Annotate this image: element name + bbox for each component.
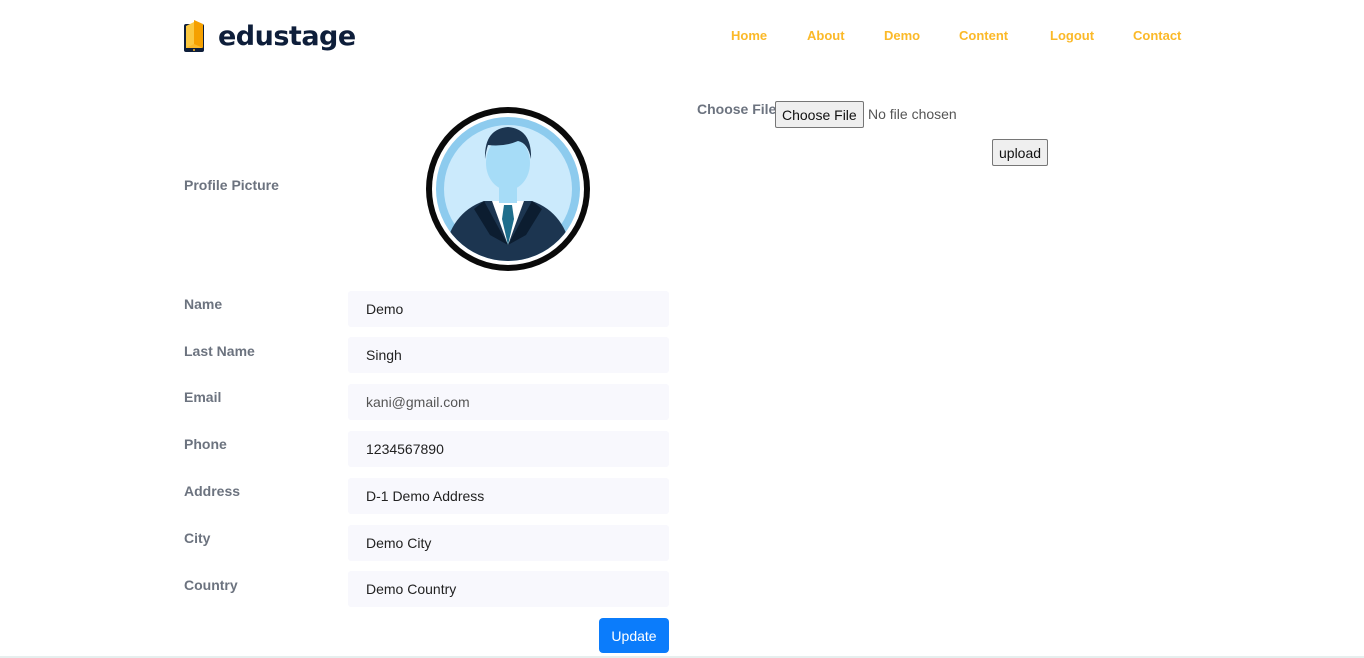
country-input[interactable] [348,571,669,607]
phone-input[interactable] [348,431,669,467]
site-header: edustage Home About Demo Content Logout … [0,0,1364,72]
nav-home[interactable]: Home [731,28,767,43]
nav-content[interactable]: Content [959,28,1008,43]
user-avatar-icon [426,107,590,271]
city-input[interactable] [348,525,669,561]
nav-contact[interactable]: Contact [1133,28,1181,43]
last-name-input[interactable] [348,337,669,373]
city-label: City [184,530,211,546]
choose-file-label: Choose File [697,101,777,117]
profile-picture-label: Profile Picture [184,177,279,193]
name-label: Name [184,296,223,312]
upload-button[interactable]: upload [992,139,1049,166]
main-nav: Home About Demo Content Logout Contact [0,28,1364,44]
nav-demo[interactable]: Demo [884,28,920,43]
email-input[interactable] [348,384,669,420]
address-input[interactable] [348,478,669,514]
email-label: Email [184,389,222,405]
nav-about[interactable]: About [807,28,845,43]
name-input[interactable] [348,291,669,327]
choose-file-button[interactable]: Choose File [775,101,864,128]
nav-logout[interactable]: Logout [1050,28,1094,43]
file-status-text: No file chosen [868,106,957,122]
country-label: Country [184,577,238,593]
update-button[interactable]: Update [599,618,669,653]
phone-label: Phone [184,436,227,452]
last-name-label: Last Name [184,343,255,359]
address-label: Address [184,483,241,499]
